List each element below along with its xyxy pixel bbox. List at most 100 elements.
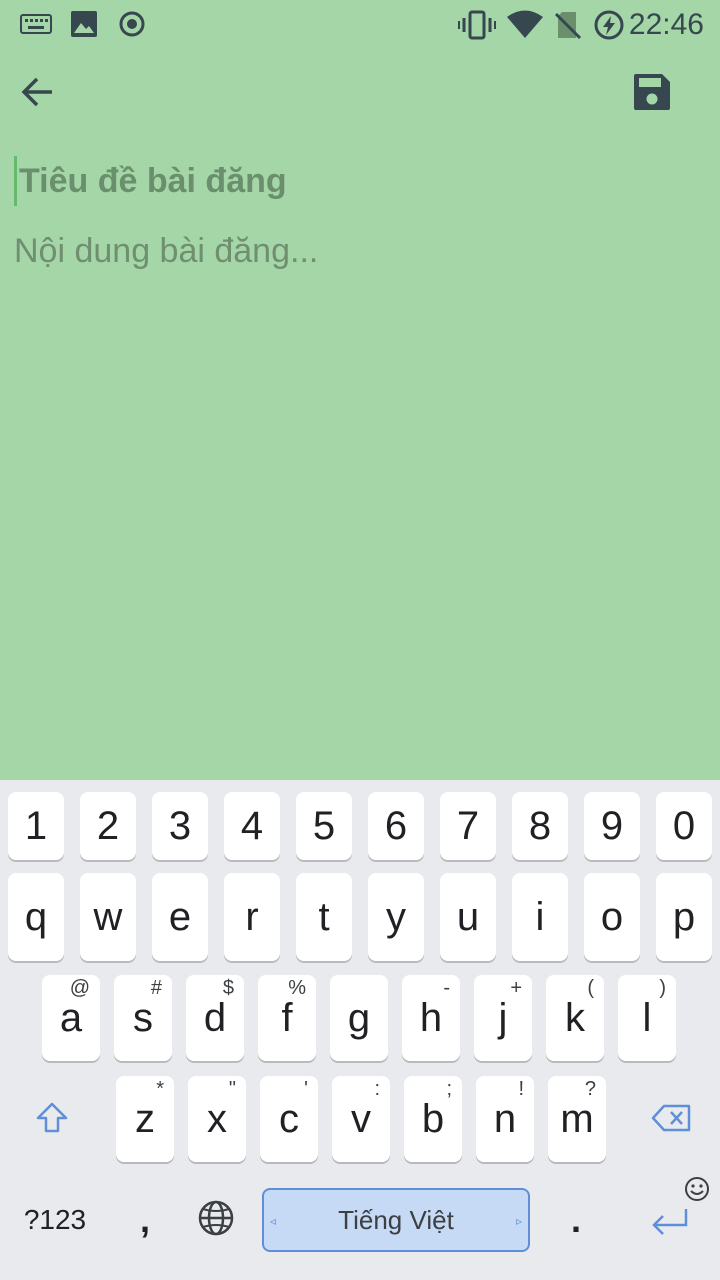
key-h[interactable]: h- <box>402 975 460 1061</box>
key-x-label: x <box>207 1096 227 1141</box>
key-g-label: g <box>347 995 371 1040</box>
key-h-label: h <box>419 995 443 1040</box>
key-p[interactable]: p <box>656 873 712 961</box>
space-key[interactable]: ◃ Tiếng Việt ▹ <box>262 1188 530 1252</box>
arrow-back-icon <box>20 74 56 115</box>
key-7[interactable]: 7 <box>440 792 496 860</box>
key-z-label: z <box>135 1096 155 1141</box>
post-content-input[interactable]: Nội dung bài đăng... <box>14 226 704 276</box>
key-h-hint: - <box>443 977 450 999</box>
key-7-label: 7 <box>456 803 480 848</box>
key-c-hint: ' <box>304 1078 308 1100</box>
key-m-label: m <box>560 1096 594 1141</box>
comma-key-label: , <box>139 1199 150 1240</box>
space-key-label: Tiếng Việt <box>338 1204 454 1235</box>
period-key[interactable]: . <box>548 1188 604 1252</box>
backspace-key[interactable] <box>636 1080 706 1160</box>
key-t[interactable]: t <box>296 873 352 961</box>
key-8-label: 8 <box>528 803 552 848</box>
key-g[interactable]: g <box>330 975 388 1061</box>
save-button[interactable] <box>628 70 676 118</box>
key-0-label: 0 <box>672 803 696 848</box>
key-v[interactable]: v: <box>332 1076 390 1162</box>
key-v-hint: : <box>374 1078 380 1100</box>
wifi-icon <box>506 10 544 45</box>
key-c[interactable]: c ' <box>260 1076 318 1162</box>
globe-icon <box>197 1199 235 1242</box>
key-x[interactable]: x " <box>188 1076 246 1162</box>
key-a-hint: @ <box>69 977 90 999</box>
key-r-label: r <box>245 894 259 939</box>
key-2[interactable]: 2 <box>80 792 136 860</box>
key-y-label: y <box>386 894 406 939</box>
period-key-label: . <box>570 1199 581 1240</box>
status-bar: 22:46 <box>0 0 720 48</box>
clock: 22:46 <box>628 8 704 41</box>
shift-key[interactable] <box>20 1080 84 1160</box>
key-s[interactable]: s # <box>114 975 172 1061</box>
key-3[interactable]: 3 <box>152 792 208 860</box>
enter-key[interactable] <box>630 1196 710 1252</box>
key-l[interactable]: l) <box>618 975 676 1061</box>
key-z[interactable]: z * <box>116 1076 174 1162</box>
key-4[interactable]: 4 <box>224 792 280 860</box>
key-q[interactable]: q <box>8 873 64 961</box>
key-0[interactable]: 0 <box>656 792 712 860</box>
key-4-label: 4 <box>240 803 264 848</box>
key-a[interactable]: a @ <box>42 975 100 1061</box>
key-9-label: 9 <box>600 803 624 848</box>
toolbar <box>0 48 720 136</box>
key-j[interactable]: j + <box>474 975 532 1061</box>
back-button[interactable] <box>14 70 62 118</box>
symbols-key[interactable]: ?123 <box>10 1188 100 1252</box>
soft-keyboard: ?123 , ◃ Tiếng Việt ▹ . 1 2 3 4 5 6 7 8 9 0 qwe r t y… <box>0 780 720 1280</box>
language-key[interactable] <box>188 1188 244 1252</box>
key-n[interactable]: n! <box>476 1076 534 1162</box>
key-c-label: c <box>279 1096 299 1141</box>
record-icon <box>118 10 146 43</box>
key-d[interactable]: d $ <box>186 975 244 1061</box>
key-f-label: f <box>281 995 293 1040</box>
post-title-placeholder: Tiêu đề bài đăng <box>19 162 287 200</box>
key-m[interactable]: m? <box>548 1076 606 1162</box>
floppy-save-icon <box>632 72 672 117</box>
key-5[interactable]: 5 <box>296 792 352 860</box>
key-j-hint: + <box>510 977 522 999</box>
key-6-label: 6 <box>384 803 408 848</box>
key-9[interactable]: 9 <box>584 792 640 860</box>
comma-key[interactable]: , <box>115 1188 175 1252</box>
no-sim-icon <box>554 10 582 45</box>
key-e[interactable]: e <box>152 873 208 961</box>
key-i[interactable]: i <box>512 873 568 961</box>
key-t-label: t <box>318 894 330 939</box>
key-f[interactable]: f% <box>258 975 316 1061</box>
key-a-label: a <box>59 995 83 1040</box>
post-content-placeholder: Nội dung bài đăng... <box>14 232 319 270</box>
key-q-label: q <box>24 894 48 939</box>
post-title-input[interactable]: Tiêu đề bài đăng <box>14 156 704 206</box>
key-o[interactable]: o <box>584 873 640 961</box>
vibrate-icon <box>458 10 496 45</box>
key-1[interactable]: 1 <box>8 792 64 860</box>
backspace-icon <box>650 1103 692 1138</box>
key-n-label: n <box>493 1096 517 1141</box>
key-k-label: k <box>565 995 585 1040</box>
key-r[interactable]: r <box>224 873 280 961</box>
key-w[interactable]: w <box>80 873 136 961</box>
key-s-hint: # <box>150 977 162 999</box>
key-f-hint: % <box>288 977 306 999</box>
key-e-label: e <box>168 894 192 939</box>
key-8[interactable]: 8 <box>512 792 568 860</box>
space-left-arrow-icon: ◃ <box>270 1214 277 1228</box>
key-n-hint: ! <box>518 1078 524 1100</box>
key-u[interactable]: u <box>440 873 496 961</box>
key-5-label: 5 <box>312 803 336 848</box>
keyboard-icon <box>20 14 52 39</box>
shift-icon <box>34 1100 70 1141</box>
key-2-label: 2 <box>96 803 120 848</box>
key-b[interactable]: b; <box>404 1076 462 1162</box>
key-k[interactable]: k( <box>546 975 604 1061</box>
key-y[interactable]: y <box>368 873 424 961</box>
key-b-hint: ; <box>446 1078 452 1100</box>
key-6[interactable]: 6 <box>368 792 424 860</box>
